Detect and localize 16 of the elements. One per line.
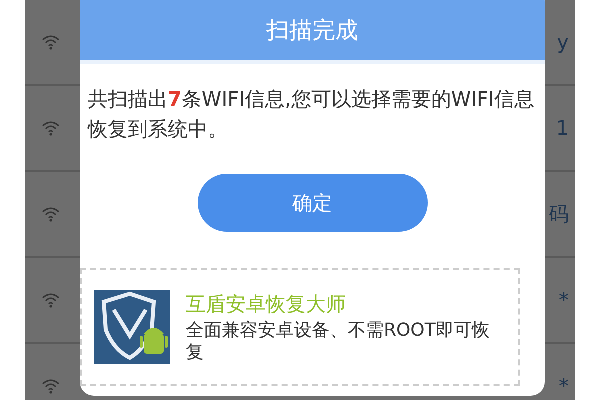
wifi-icon <box>41 292 61 308</box>
promo-description: 全面兼容安卓设备、不需ROOT即可恢复 <box>186 320 491 364</box>
row-text: 1 <box>556 116 569 140</box>
promo-title: 互盾安卓恢复大师 <box>186 290 347 318</box>
wifi-icon <box>41 34 61 50</box>
row-text: * <box>559 288 569 312</box>
wifi-icon <box>41 206 61 222</box>
row-text: y <box>557 30 569 54</box>
row-text: * <box>559 374 569 398</box>
wifi-icon <box>41 120 61 136</box>
row-text: 码 <box>549 200 569 228</box>
promo-card[interactable]: 互盾安卓恢复大师 全面兼容安卓设备、不需ROOT即可恢复 <box>80 268 520 386</box>
shield-android-icon <box>94 290 170 364</box>
dialog-title: 扫描完成 <box>266 17 358 46</box>
wifi-icon <box>41 378 61 394</box>
dialog-message: 共扫描出7条WIFI信息,您可以选择需要的WIFI信息恢复到系统中。 <box>86 86 536 143</box>
